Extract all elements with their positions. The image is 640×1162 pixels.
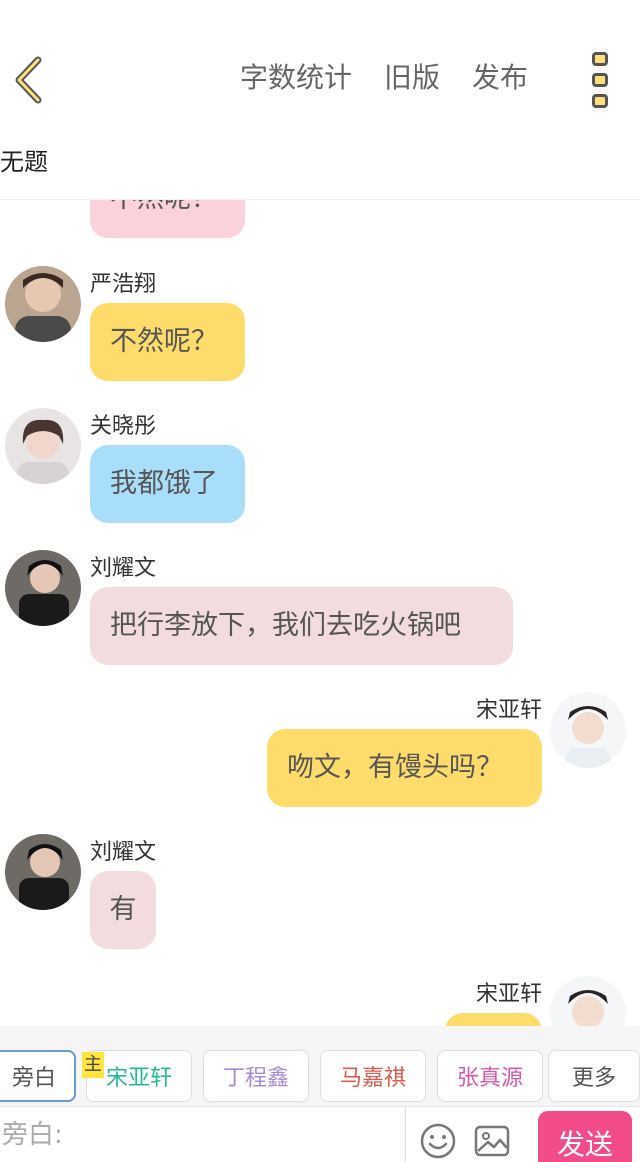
sender-name: 宋亚轩 xyxy=(475,698,542,723)
menu-dot-icon xyxy=(592,52,608,66)
avatar[interactable] xyxy=(5,834,81,910)
image-icon[interactable] xyxy=(472,1121,512,1161)
old-version-button[interactable]: 旧版 xyxy=(384,56,440,100)
message-bubble[interactable]: 不然呢？ xyxy=(90,303,245,381)
chat-area[interactable]: 不然呢？ 严浩翔 不然呢？ 关晓彤 我都饿了 刘耀文 把行李放下，我们去吃火锅吧… xyxy=(0,200,640,1026)
role-button-narrator[interactable]: 旁白 xyxy=(0,1050,76,1102)
avatar[interactable] xyxy=(5,550,81,626)
avatar-photo xyxy=(5,408,81,484)
top-actions: 字数统计 旧版 发布 xyxy=(240,56,560,100)
message-bubble[interactable]: 有 xyxy=(90,871,156,949)
avatar-photo xyxy=(5,550,81,626)
send-button[interactable]: 发送 xyxy=(538,1111,632,1162)
avatar-photo xyxy=(550,692,626,768)
more-menu-button[interactable] xyxy=(588,52,612,108)
more-roles-button[interactable]: 更多 xyxy=(548,1050,640,1102)
avatar-photo xyxy=(5,834,81,910)
sender-name: 宋亚轩 xyxy=(475,982,542,1007)
role-button[interactable]: 马嘉祺 xyxy=(320,1050,426,1102)
input-bar: 发送 xyxy=(0,1106,640,1162)
message-bubble[interactable]: 我都饿了 xyxy=(90,445,245,523)
top-bar: 字数统计 旧版 发布 无题 xyxy=(0,0,640,200)
emoji-icon[interactable] xyxy=(418,1121,458,1161)
sender-name: 刘耀文 xyxy=(90,556,157,581)
menu-dot-icon xyxy=(592,94,608,108)
avatar[interactable] xyxy=(550,976,626,1026)
avatar[interactable] xyxy=(5,408,81,484)
message-bubble[interactable]: 不然呢？ xyxy=(90,200,245,238)
publish-button[interactable]: 发布 xyxy=(472,56,528,100)
chevron-left-icon xyxy=(15,56,42,104)
host-badge: 主 xyxy=(82,1052,104,1078)
message-input[interactable] xyxy=(0,1107,406,1162)
message-bubble[interactable]: 吻文，有馒头吗？ xyxy=(267,729,542,807)
message-bubble[interactable] xyxy=(445,1013,542,1026)
back-button[interactable] xyxy=(6,52,50,108)
avatar[interactable] xyxy=(550,692,626,768)
sender-name: 刘耀文 xyxy=(90,840,157,865)
document-title[interactable]: 无题 xyxy=(0,142,48,177)
menu-dot-icon xyxy=(592,73,608,87)
avatar-photo xyxy=(5,266,81,342)
word-count-button[interactable]: 字数统计 xyxy=(240,56,352,100)
avatar[interactable] xyxy=(5,266,81,342)
avatar-photo xyxy=(550,976,626,1026)
role-button[interactable]: 张真源 xyxy=(437,1050,543,1102)
message-bubble[interactable]: 把行李放下，我们去吃火锅吧 xyxy=(90,587,513,665)
role-button[interactable]: 丁程鑫 xyxy=(203,1050,309,1102)
sender-name: 严浩翔 xyxy=(90,272,157,297)
sender-name: 关晓彤 xyxy=(90,414,157,439)
